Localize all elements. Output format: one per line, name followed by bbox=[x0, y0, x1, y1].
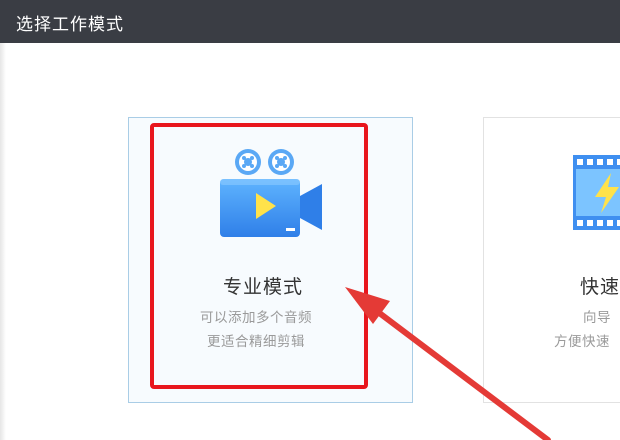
annotation-arrow bbox=[345, 287, 551, 440]
